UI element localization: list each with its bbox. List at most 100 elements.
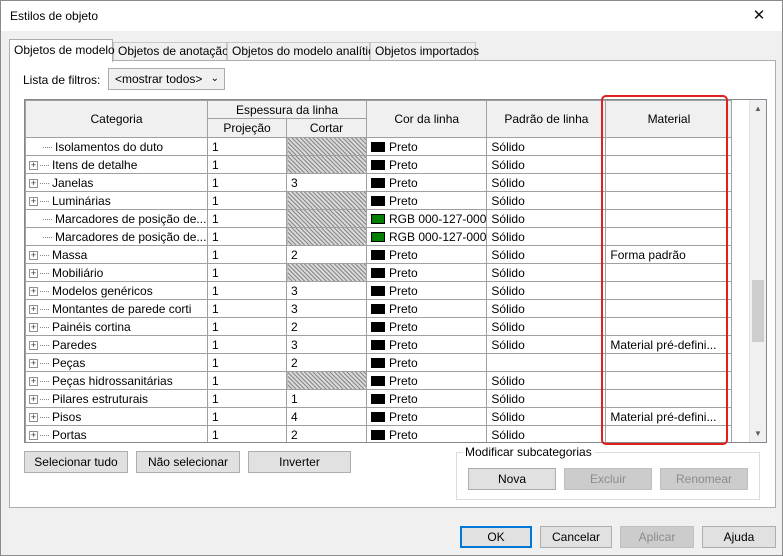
table-row[interactable]: Marcadores de posição de... 1 RGB 000-127-…	[25, 227, 733, 246]
expand-plus-icon[interactable]: +	[29, 304, 38, 314]
line-color-cell[interactable]: Preto	[365, 335, 488, 354]
cut-cell[interactable]: 2	[286, 353, 367, 372]
table-row[interactable]: + Montantes de parede corti 1 3 Preto Sólido	[25, 299, 733, 318]
material-cell[interactable]: Material pré-defini...	[605, 335, 733, 354]
expand-plus-icon[interactable]: +	[29, 250, 38, 260]
cut-cell[interactable]: 2	[286, 317, 367, 336]
line-color-cell[interactable]: Preto	[365, 173, 488, 192]
table-row[interactable]: + Paredes 1 3 Preto Sólido Material pré-defini…	[25, 335, 733, 354]
expand-plus-icon[interactable]: +	[29, 430, 38, 440]
projection-cell[interactable]: 1	[207, 137, 287, 156]
category-cell[interactable]: + Pisos	[25, 407, 208, 426]
scroll-up-icon[interactable]: ▲	[750, 100, 766, 117]
filter-list-dropdown[interactable]: <mostrar todos> ⌄	[108, 68, 225, 90]
expand-plus-icon[interactable]: +	[29, 160, 38, 170]
line-color-cell[interactable]: Preto	[365, 389, 488, 408]
category-cell[interactable]: + Peças hidrossanitárias	[25, 371, 208, 390]
line-color-cell[interactable]: RGB 000-127-000	[365, 227, 488, 246]
delete-subcategory-button[interactable]: Excluir	[564, 468, 652, 490]
header-line-color[interactable]: Cor da linha	[365, 100, 488, 138]
category-cell[interactable]: + Montantes de parede corti	[25, 299, 208, 318]
material-cell[interactable]	[605, 371, 733, 390]
cut-cell[interactable]: 4	[286, 407, 367, 426]
object-styles-grid[interactable]: Categoria Espessura da linha Cor da linh…	[24, 99, 767, 443]
close-icon[interactable]: ✕	[736, 1, 782, 31]
ok-button[interactable]: OK	[460, 526, 532, 548]
line-pattern-cell[interactable]: Sólido	[486, 227, 607, 246]
expand-plus-icon[interactable]: +	[29, 268, 38, 278]
table-row[interactable]: + Peças 1 2 Preto	[25, 353, 733, 372]
table-row[interactable]: + Portas 1 2 Preto Sólido	[25, 425, 733, 442]
scroll-down-icon[interactable]: ▼	[750, 425, 766, 442]
material-cell[interactable]	[605, 425, 733, 442]
expand-plus-icon[interactable]: +	[29, 340, 38, 350]
cut-cell[interactable]: 2	[286, 245, 367, 264]
expand-plus-icon[interactable]: +	[29, 322, 38, 332]
line-pattern-cell[interactable]: Sólido	[486, 155, 607, 174]
help-button[interactable]: Ajuda	[702, 526, 776, 548]
cut-cell[interactable]: 2	[286, 425, 367, 442]
projection-cell[interactable]: 1	[207, 299, 287, 318]
line-pattern-cell[interactable]: Sólido	[486, 173, 607, 192]
line-pattern-cell[interactable]: Sólido	[486, 245, 607, 264]
category-cell[interactable]: Marcadores de posição de...	[25, 227, 208, 246]
category-cell[interactable]: + Massa	[25, 245, 208, 264]
line-color-cell[interactable]: Preto	[365, 353, 488, 372]
projection-cell[interactable]: 1	[207, 209, 287, 228]
category-cell[interactable]: + Pilares estruturais	[25, 389, 208, 408]
expand-plus-icon[interactable]: +	[29, 178, 38, 188]
cut-cell[interactable]: 3	[286, 299, 367, 318]
material-cell[interactable]	[605, 281, 733, 300]
category-cell[interactable]: + Paredes	[25, 335, 208, 354]
table-row[interactable]: + Painéis cortina 1 2 Preto Sólido	[25, 317, 733, 336]
table-row[interactable]: + Mobiliário 1 Preto Sólido	[25, 263, 733, 282]
projection-cell[interactable]: 1	[207, 263, 287, 282]
projection-cell[interactable]: 1	[207, 389, 287, 408]
cut-cell[interactable]: 1	[286, 389, 367, 408]
expand-plus-icon[interactable]: +	[29, 412, 38, 422]
category-cell[interactable]: + Painéis cortina	[25, 317, 208, 336]
material-cell[interactable]	[605, 155, 733, 174]
line-pattern-cell[interactable]	[486, 353, 607, 372]
line-pattern-cell[interactable]: Sólido	[486, 299, 607, 318]
expand-plus-icon[interactable]: +	[29, 286, 38, 296]
material-cell[interactable]	[605, 389, 733, 408]
material-cell[interactable]	[605, 353, 733, 372]
header-line-pattern[interactable]: Padrão de linha	[486, 100, 607, 138]
line-color-cell[interactable]: RGB 000-127-000	[365, 209, 488, 228]
rename-subcategory-button[interactable]: Renomear	[660, 468, 748, 490]
line-color-cell[interactable]: Preto	[365, 425, 488, 442]
tab-annotation-objects[interactable]: Objetos de anotação	[113, 42, 229, 61]
header-projection[interactable]: Projeção	[207, 118, 287, 138]
category-cell[interactable]: Isolamentos do duto	[25, 137, 208, 156]
tab-model-objects[interactable]: Objetos de modelo	[9, 39, 115, 62]
material-cell[interactable]	[605, 173, 733, 192]
select-all-button[interactable]: Selecionar tudo	[24, 451, 128, 473]
category-cell[interactable]: Marcadores de posição de...	[25, 209, 208, 228]
table-row[interactable]: + Pisos 1 4 Preto Sólido Material pré-defini..…	[25, 407, 733, 426]
table-row[interactable]: + Pilares estruturais 1 1 Preto Sólido	[25, 389, 733, 408]
expand-plus-icon[interactable]: +	[29, 376, 38, 386]
line-pattern-cell[interactable]: Sólido	[486, 389, 607, 408]
projection-cell[interactable]: 1	[207, 227, 287, 246]
cut-cell[interactable]: 3	[286, 335, 367, 354]
projection-cell[interactable]: 1	[207, 353, 287, 372]
line-color-cell[interactable]: Preto	[365, 137, 488, 156]
table-row[interactable]: Marcadores de posição de... 1 RGB 000-127-…	[25, 209, 733, 228]
line-pattern-cell[interactable]: Sólido	[486, 317, 607, 336]
projection-cell[interactable]: 1	[207, 191, 287, 210]
projection-cell[interactable]: 1	[207, 371, 287, 390]
category-cell[interactable]: + Peças	[25, 353, 208, 372]
projection-cell[interactable]: 1	[207, 317, 287, 336]
line-color-cell[interactable]: Preto	[365, 317, 488, 336]
table-row[interactable]: Isolamentos do duto 1 Preto Sólido	[25, 137, 733, 156]
line-pattern-cell[interactable]: Sólido	[486, 407, 607, 426]
table-row[interactable]: + Modelos genéricos 1 3 Preto Sólido	[25, 281, 733, 300]
table-row[interactable]: + Janelas 1 3 Preto Sólido	[25, 173, 733, 192]
line-pattern-cell[interactable]: Sólido	[486, 263, 607, 282]
projection-cell[interactable]: 1	[207, 335, 287, 354]
tab-analytical-model-objects[interactable]: Objetos do modelo analítico	[227, 42, 381, 61]
cut-cell[interactable]: 3	[286, 281, 367, 300]
line-color-cell[interactable]: Preto	[365, 263, 488, 282]
scroll-thumb[interactable]	[752, 280, 764, 342]
